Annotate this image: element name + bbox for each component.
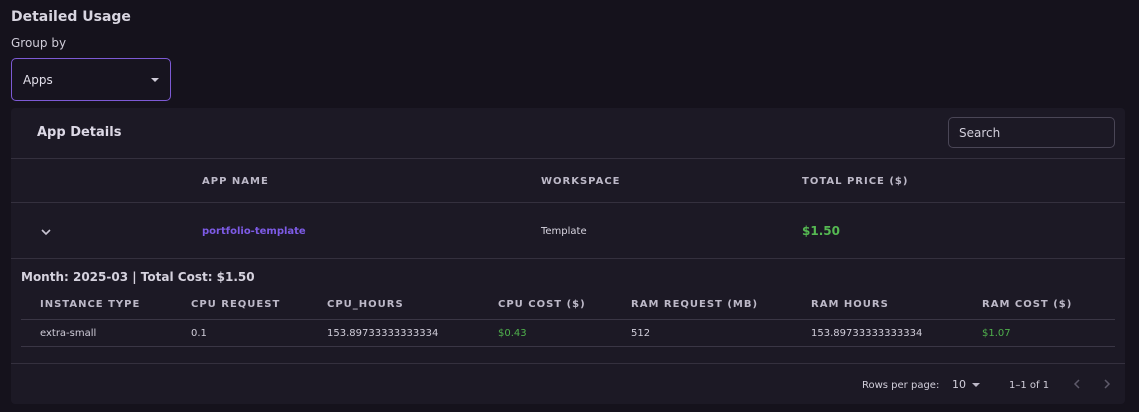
divider <box>11 158 1125 159</box>
pagination-range: 1–1 of 1 <box>1009 380 1050 391</box>
divider <box>11 258 1125 259</box>
rows-per-page-value: 10 <box>952 378 966 391</box>
group-by-label: Group by <box>11 36 67 50</box>
column-header-workspace[interactable]: WORKSPACE <box>541 176 621 187</box>
chevron-right-icon <box>1104 379 1111 389</box>
cell-cpu-request: 0.1 <box>191 328 207 339</box>
month-summary: Month: 2025-03 | Total Cost: $1.50 <box>21 270 255 284</box>
subheader-ram-hours: RAM HOURS <box>811 299 889 310</box>
app-details-card: App Details APP NAME WORKSPACE TOTAL PRI… <box>11 108 1125 404</box>
cell-ram-hours: 153.89733333333334 <box>811 328 923 339</box>
expand-row-button[interactable] <box>39 224 53 238</box>
cell-instance-type: extra-small <box>40 328 97 339</box>
column-header-total-price[interactable]: TOTAL PRICE ($) <box>802 176 908 187</box>
total-price-cell: $1.50 <box>802 224 840 238</box>
subheader-ram-request: RAM REQUEST (MB) <box>631 299 759 310</box>
workspace-cell: Template <box>541 226 587 237</box>
previous-page-button[interactable] <box>1069 376 1085 392</box>
rows-per-page-label: Rows per page: <box>862 380 940 391</box>
dropdown-caret-icon <box>151 78 159 82</box>
subheader-instance-type: INSTANCE TYPE <box>40 299 141 310</box>
group-by-value: Apps <box>23 72 53 87</box>
group-by-select[interactable]: Apps <box>11 58 171 101</box>
divider <box>21 346 1115 347</box>
cell-cpu-cost: $0.43 <box>498 328 527 339</box>
page-title: Detailed Usage <box>11 9 131 25</box>
subheader-cpu-hours: CPU_HOURS <box>327 299 404 310</box>
chevron-down-icon <box>41 229 51 236</box>
search-input[interactable] <box>948 117 1115 148</box>
subheader-cpu-cost: CPU COST ($) <box>498 299 586 310</box>
divider <box>11 202 1125 203</box>
app-name-link[interactable]: portfolio-template <box>202 226 306 237</box>
divider <box>11 363 1125 364</box>
next-page-button[interactable] <box>1099 376 1115 392</box>
card-title: App Details <box>37 125 122 140</box>
subheader-ram-cost: RAM COST ($) <box>982 299 1073 310</box>
cell-cpu-hours: 153.89733333333334 <box>327 328 439 339</box>
cell-ram-cost: $1.07 <box>982 328 1011 339</box>
dropdown-caret-icon <box>972 382 980 387</box>
chevron-left-icon <box>1073 379 1080 389</box>
cell-ram-request: 512 <box>631 328 651 339</box>
rows-per-page-select[interactable]: 10 <box>952 378 980 391</box>
divider <box>21 319 1115 320</box>
column-header-app-name[interactable]: APP NAME <box>202 176 269 187</box>
subheader-cpu-request: CPU REQUEST <box>191 299 281 310</box>
